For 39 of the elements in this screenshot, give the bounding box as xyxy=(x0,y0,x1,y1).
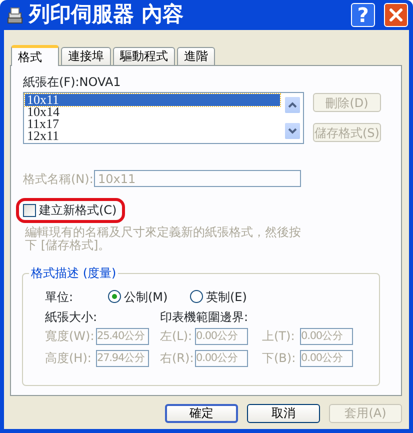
help-button[interactable]: ? xyxy=(351,3,375,27)
form-name-label: 格式名稱(N): xyxy=(23,172,94,186)
radio-label[interactable]: 公制(M) xyxy=(124,290,168,304)
field-label: 高度(H): xyxy=(45,350,92,366)
group-title: 格式描述 (度量) xyxy=(29,266,118,280)
list-item[interactable]: 11x17 xyxy=(25,118,280,130)
tab[interactable]: 進階 xyxy=(177,47,215,65)
window-title: 列印伺服器 內容 xyxy=(29,2,184,28)
checkbox[interactable] xyxy=(23,204,36,218)
field-label: 上(T): xyxy=(262,328,296,344)
chevron-up-icon xyxy=(287,100,298,110)
dialog-button[interactable]: 取消 xyxy=(247,404,320,423)
paper-size-label: 紙張大小: xyxy=(45,310,98,325)
scroll-down-button[interactable] xyxy=(284,122,301,140)
chevron-down-icon xyxy=(287,126,298,136)
radio-button[interactable] xyxy=(190,290,203,304)
help-text: 編輯現有的名稱及尺寸來定義新的紙張格式，然後按下 [儲存格式]。 xyxy=(25,226,302,252)
radio-label[interactable]: 英制(E) xyxy=(206,290,247,304)
close-button[interactable] xyxy=(384,3,408,27)
tab[interactable]: 格式 xyxy=(11,45,59,66)
tab[interactable]: 連接埠 xyxy=(61,47,111,65)
field-label: 下(B): xyxy=(262,350,297,366)
margins-label: 印表機範圍邊界: xyxy=(160,310,248,325)
dialog-button[interactable]: 確定 xyxy=(165,404,238,423)
field-label: 右(R): xyxy=(160,350,195,366)
radio-button[interactable] xyxy=(108,290,121,304)
list-item[interactable]: 12x11 xyxy=(25,130,280,142)
list-item[interactable]: 10x14 xyxy=(25,106,280,118)
close-icon xyxy=(388,7,404,23)
tab[interactable]: 驅動程式 xyxy=(113,47,175,65)
units-label: 單位: xyxy=(45,290,74,304)
list-item[interactable]: 10x11 xyxy=(25,94,280,106)
field-label: 寬度(W): xyxy=(45,328,96,344)
checkbox-label[interactable]: 建立新格式(C) xyxy=(39,203,117,218)
scroll-up-button[interactable] xyxy=(284,96,301,114)
printer-icon xyxy=(6,6,24,24)
paper-source-label: 紙張在(F):NOVA1 xyxy=(23,75,122,90)
field-label: 左(L): xyxy=(160,328,194,344)
forms-list[interactable]: 10x11 10x14 11x17 12x11 xyxy=(23,92,304,144)
